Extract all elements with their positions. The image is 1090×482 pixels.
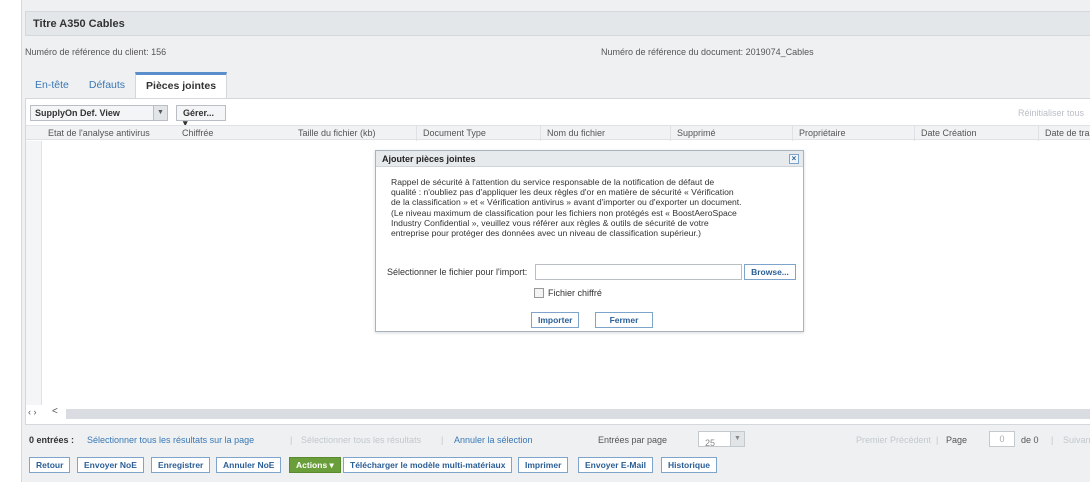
- download-template-button[interactable]: Télécharger le modèle multi-matériaux: [343, 457, 513, 473]
- close-button[interactable]: Fermer: [595, 312, 653, 328]
- separator: |: [290, 435, 293, 445]
- send-noe-button[interactable]: Envoyer NoE: [77, 457, 144, 473]
- column-header[interactable]: Nom du fichier: [540, 126, 670, 141]
- separator: |: [441, 435, 444, 445]
- back-button[interactable]: Retour: [29, 457, 71, 473]
- reminder-line: Rappel de sécurité à l'attention du serv…: [391, 177, 715, 187]
- dialog-title: Ajouter pièces jointes: [382, 154, 476, 164]
- view-select[interactable]: SupplyOn Def. View ▼: [30, 105, 168, 121]
- column-header[interactable]: Supprimé: [670, 126, 792, 141]
- column-header[interactable]: Propriétaire: [792, 126, 914, 141]
- horizontal-scrollbar[interactable]: ‹ › <: [26, 406, 1090, 421]
- row-selector-column: [26, 141, 42, 405]
- send-email-button[interactable]: Envoyer E-Mail: [578, 457, 653, 473]
- reminder-line: entreprise pour protéger des données ave…: [391, 228, 702, 239]
- print-button[interactable]: Imprimer: [518, 457, 569, 473]
- save-button[interactable]: Enregistrer: [151, 457, 211, 473]
- column-header[interactable]: Date Création: [914, 126, 1038, 141]
- add-attachment-dialog: Ajouter pièces jointes × Rappel de sécur…: [375, 150, 804, 332]
- file-select-row: Sélectionner le fichier pour l'import: B…: [387, 264, 797, 280]
- view-select-value: SupplyOn Def. View: [35, 108, 120, 118]
- tab-pieces-jointes[interactable]: Pièces jointes: [135, 72, 228, 98]
- chevron-down-icon: ▼: [153, 106, 167, 120]
- table-header: Etat de l'analyse antivirus Chiffrée Tai…: [26, 125, 1090, 141]
- scrollbar-track[interactable]: [66, 409, 1090, 419]
- per-page-select[interactable]: 25 ▼: [698, 431, 745, 448]
- tab-en-tete[interactable]: En-tête: [25, 72, 79, 98]
- history-button[interactable]: Historique: [661, 457, 718, 473]
- encrypted-file-checkbox[interactable]: [534, 288, 544, 298]
- file-path-input[interactable]: [535, 264, 742, 280]
- select-page-link[interactable]: Sélectionner tous les résultats sur la p…: [87, 435, 254, 445]
- document-reference: Numéro de référence du document: 2019074…: [601, 47, 814, 57]
- separator: |: [1051, 435, 1054, 445]
- clear-selection-link[interactable]: Annuler la sélection: [454, 435, 533, 445]
- encrypted-file-label: Fichier chiffré: [548, 288, 602, 298]
- column-header[interactable]: Taille du fichier (kb): [292, 126, 416, 141]
- column-nav-icon[interactable]: ‹ ›: [28, 407, 37, 417]
- column-header[interactable]: Etat de l'analyse antivirus: [42, 126, 176, 141]
- close-icon[interactable]: ×: [789, 154, 799, 164]
- actions-menu-button[interactable]: Actions ▾: [289, 457, 341, 473]
- reminder-line: de la classification » et « Vérification…: [391, 197, 742, 208]
- tab-bar: En-tête Défauts Pièces jointes: [25, 72, 228, 98]
- reminder-line: qualité : n'oubliez pas d'appliquer les …: [391, 187, 734, 198]
- reset-all-link[interactable]: Réinitialiser tous: [1018, 108, 1084, 118]
- per-page-value: 25: [705, 438, 716, 448]
- next-page-link[interactable]: Suivant: [1063, 435, 1090, 445]
- dialog-header: Ajouter pièces jointes ×: [376, 151, 803, 167]
- column-header[interactable]: Document Type: [416, 126, 540, 141]
- reminder-line: Industry Confidential », veuillez vous r…: [391, 217, 709, 228]
- cancel-noe-button[interactable]: Annuler NoE: [216, 457, 282, 473]
- column-header[interactable]: Date de tra: [1038, 126, 1090, 141]
- column-header[interactable]: Chiffrée: [176, 126, 292, 141]
- chevron-down-icon: ▼: [730, 432, 744, 446]
- action-bar: Retour Envoyer NoE Enregistrer Annuler N…: [25, 455, 1090, 475]
- reference-row: Numéro de référence du client: 156 Numér…: [25, 47, 1085, 61]
- per-page-label: Entrées par page: [598, 435, 668, 445]
- title-bar: Titre A350 Cables: [25, 11, 1090, 36]
- manage-button[interactable]: Gérer... ▾: [176, 105, 226, 128]
- entry-count: 0 entrées :: [29, 435, 75, 445]
- first-page-link[interactable]: Premier: [856, 435, 888, 445]
- client-reference: Numéro de référence du client: 156: [25, 47, 167, 57]
- tab-defauts[interactable]: Défauts: [79, 72, 135, 98]
- scroll-left-icon[interactable]: <: [52, 406, 58, 417]
- prev-page-link[interactable]: Précédent: [890, 435, 931, 445]
- select-all-link[interactable]: Sélectionner tous les résultats: [301, 435, 421, 445]
- reminder-line: (Le niveau maximum de classification pou…: [391, 207, 737, 218]
- security-reminder: Rappel de sécurité à l'attention du serv…: [391, 177, 791, 238]
- file-select-label: Sélectionner le fichier pour l'import:: [387, 267, 528, 277]
- page-label: Page: [946, 435, 968, 445]
- table-toolbar: SupplyOn Def. View ▼ Gérer... ▾ Réinitia…: [26, 105, 1090, 128]
- page-number-input[interactable]: 0: [989, 431, 1015, 447]
- import-button[interactable]: Importer: [531, 312, 580, 328]
- page-total: de 0: [1021, 435, 1039, 445]
- pagination-bar: 0 entrées : Sélectionner tous les résult…: [25, 429, 1090, 451]
- browse-button[interactable]: Browse...: [744, 264, 796, 280]
- page-title: Titre A350 Cables: [33, 18, 125, 30]
- separator: |: [936, 435, 939, 445]
